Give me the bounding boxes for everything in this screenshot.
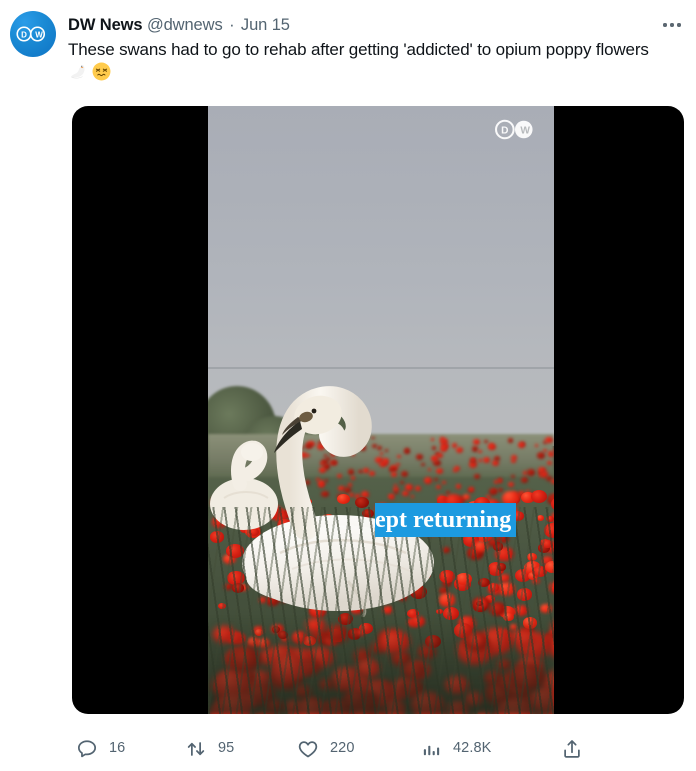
- poppy-flower: [488, 444, 496, 451]
- svg-text:W: W: [35, 30, 43, 39]
- ellipsis-icon: [663, 23, 681, 27]
- analytics-bar-icon: [420, 738, 442, 760]
- retweet-button[interactable]: 95: [185, 726, 234, 771]
- action-bar: 16 95 220 42.8K: [0, 726, 696, 771]
- reply-button[interactable]: 16: [76, 726, 125, 771]
- avatar[interactable]: D W: [10, 11, 56, 57]
- reply-count: 16: [109, 740, 126, 757]
- dw-logo-icon: D W: [16, 26, 50, 42]
- share-upload-icon: [561, 738, 583, 760]
- tweet-card: D W DW News @dwnews · Jun 15 These swans…: [0, 0, 696, 771]
- poppy-flower: [511, 474, 515, 478]
- poppy-flower: [527, 469, 535, 476]
- poppy-flower: [453, 465, 460, 471]
- svg-text:D: D: [501, 126, 508, 137]
- svg-text:W: W: [520, 126, 530, 137]
- retweet-icon: [185, 738, 207, 760]
- poppy-flower: [484, 439, 488, 443]
- tweet-text-line2: flowers: [595, 40, 649, 59]
- share-button[interactable]: [561, 726, 583, 771]
- poppy-flower: [468, 486, 475, 492]
- video-player[interactable]: D W ept returning: [72, 106, 684, 714]
- poppy-flower: [493, 456, 500, 462]
- heart-icon: [297, 738, 319, 760]
- poppy-flower: [470, 458, 475, 462]
- poppy-flower: [462, 494, 471, 500]
- author-line: DW News @dwnews · Jun 15: [68, 14, 290, 36]
- poppy-flower: [474, 473, 481, 479]
- tweet-text: These swans had to go to rehab after get…: [68, 38, 664, 84]
- video-caption: ept returning: [375, 503, 517, 537]
- swan-emoji: [68, 62, 87, 81]
- reply-icon: [76, 738, 98, 760]
- poppy-flower: [507, 438, 513, 443]
- tweet-text-line1: These swans had to go to rehab after get…: [68, 40, 592, 59]
- video-frame: D W: [208, 106, 554, 714]
- poppy-flower: [456, 446, 464, 453]
- retweet-count: 95: [218, 740, 235, 757]
- tweet-header: D W DW News @dwnews · Jun 15 These swans…: [0, 0, 696, 96]
- views-count: 42.8K: [453, 740, 492, 757]
- poppy-flower: [442, 481, 446, 485]
- poppy-flower: [498, 479, 503, 483]
- svg-text:D: D: [21, 30, 27, 39]
- poppy-flower: [482, 457, 490, 464]
- poppy-flower: [478, 458, 482, 462]
- poppy-flower: [545, 436, 553, 444]
- more-options-button[interactable]: [656, 12, 688, 38]
- like-count: 220: [330, 740, 355, 757]
- foreground-blur: [208, 616, 554, 714]
- like-button[interactable]: 220: [297, 726, 355, 771]
- timestamp[interactable]: Jun 15: [241, 16, 290, 34]
- poppy-flower: [471, 446, 478, 452]
- display-name[interactable]: DW News: [68, 16, 143, 34]
- handle[interactable]: @dwnews: [147, 16, 223, 34]
- poppy-flower: [537, 452, 545, 459]
- views-button[interactable]: 42.8K: [420, 726, 491, 771]
- separator-dot: ·: [229, 16, 235, 34]
- woozy-face-emoji: [92, 62, 111, 81]
- poppy-flower: [530, 490, 547, 503]
- dw-logo-watermark-icon: D W: [494, 119, 540, 140]
- poppy-flower: [493, 480, 498, 484]
- poppy-flower: [517, 442, 525, 449]
